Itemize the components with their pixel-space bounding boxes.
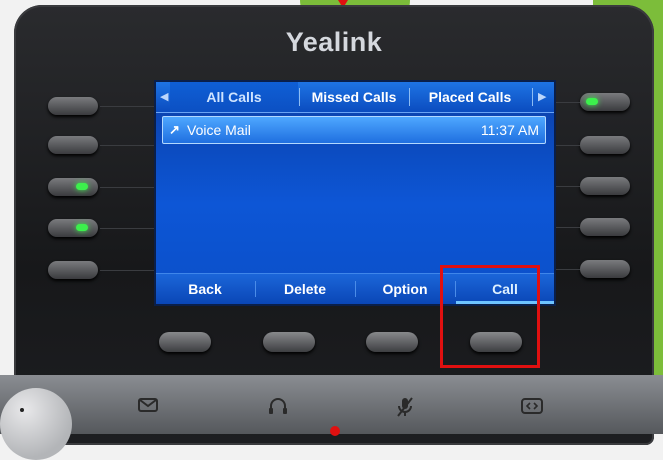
physical-softkey-2[interactable] (263, 332, 315, 352)
message-icon[interactable] (136, 396, 160, 416)
line-key-right-1[interactable] (580, 93, 630, 111)
bottom-pointer-marker (330, 426, 340, 436)
tab-left-arrow-icon[interactable]: ◀ (160, 90, 168, 103)
line-key-left-4[interactable] (48, 219, 98, 237)
line-key-left-2[interactable] (48, 136, 98, 154)
line-key-right-3[interactable] (580, 177, 630, 195)
line-key-right-5[interactable] (580, 260, 630, 278)
key-guide-line (100, 106, 154, 107)
key-guide-line (100, 270, 154, 271)
line-key-left-5[interactable] (48, 261, 98, 279)
key-guide-line (100, 187, 154, 188)
physical-softkey-1[interactable] (159, 332, 211, 352)
tab-placed-calls[interactable]: Placed Calls (410, 82, 530, 112)
key-guide-line (554, 186, 580, 187)
line-led-right-1 (586, 98, 598, 105)
tab-right-arrow-icon[interactable]: ▶ (538, 90, 546, 103)
mute-mic-icon[interactable] (393, 396, 417, 417)
key-guide-line (554, 227, 580, 228)
key-guide-line (100, 145, 154, 146)
line-key-left-3[interactable] (48, 178, 98, 196)
tab-missed-calls[interactable]: Missed Calls (300, 82, 408, 112)
dial-indicator-dot (20, 408, 24, 412)
softkey-back[interactable]: Back (156, 274, 254, 304)
outgoing-call-arrow-icon: ↗ (169, 122, 180, 137)
navigation-dial[interactable] (0, 388, 72, 460)
headset-icon[interactable] (266, 396, 290, 416)
tab-all-calls[interactable]: All Calls (170, 82, 298, 112)
call-history-tabs: ◀ All Calls Missed Calls Placed Calls ▶ (156, 82, 554, 113)
call-time: 11:37 AM (480, 122, 539, 138)
physical-softkey-3[interactable] (366, 332, 418, 352)
line-led-left-3 (76, 183, 88, 190)
call-name: Voice Mail (187, 122, 251, 138)
softkey-delete[interactable]: Delete (256, 274, 354, 304)
key-guide-line (554, 145, 580, 146)
call-list-item[interactable]: ↗ Voice Mail 11:37 AM (162, 116, 546, 144)
key-guide-line (100, 228, 154, 229)
feature-key-strip (0, 375, 663, 434)
key-guide-line (554, 102, 580, 103)
call-key-highlight-box (440, 265, 540, 368)
transfer-icon[interactable] (520, 396, 544, 416)
line-key-left-1[interactable] (48, 97, 98, 115)
brand-logo: Yealink (285, 27, 383, 57)
line-key-right-4[interactable] (580, 218, 630, 236)
key-guide-line (554, 269, 580, 270)
tab-separator (532, 88, 533, 106)
line-key-right-2[interactable] (580, 136, 630, 154)
line-led-left-4 (76, 224, 88, 231)
